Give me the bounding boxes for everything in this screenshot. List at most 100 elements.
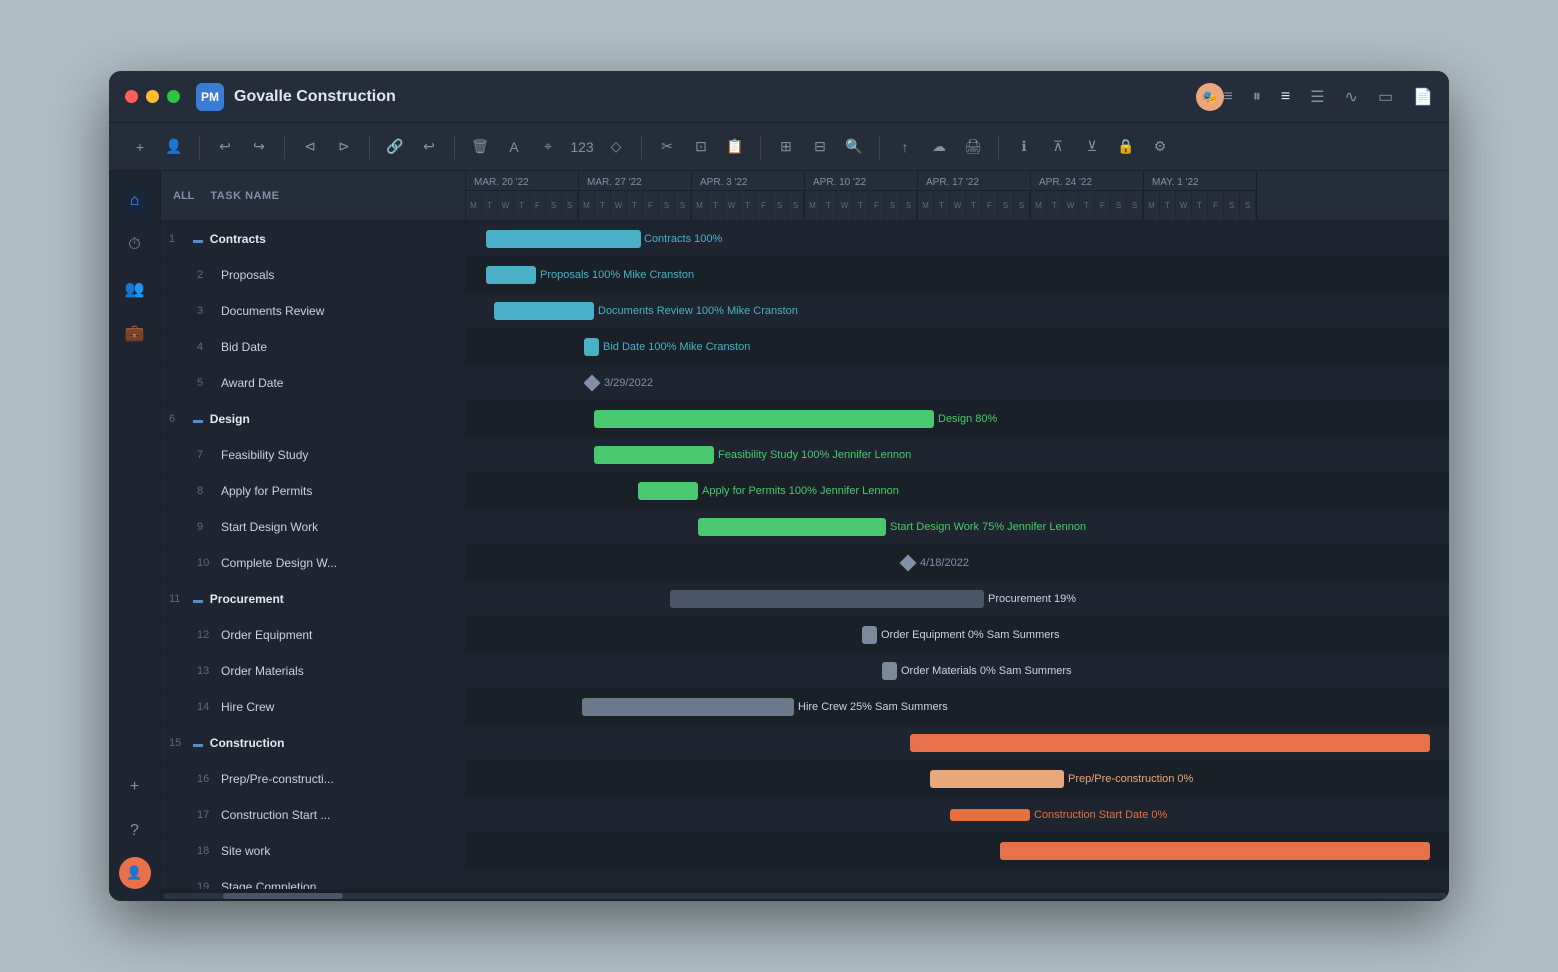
gantt-row[interactable]: Order Materials 0% Sam Summers	[466, 653, 1449, 689]
gantt-bar[interactable]	[910, 734, 1430, 752]
cloud-button[interactable]: ☁	[924, 132, 954, 162]
gantt-bar[interactable]	[494, 302, 594, 320]
gantt-row[interactable]: 3/29/2022	[466, 365, 1449, 401]
number-button[interactable]: 123	[567, 132, 597, 162]
group-collapse-icon[interactable]: ▬	[193, 415, 206, 426]
gantt-bar[interactable]	[594, 410, 934, 428]
horizontal-scrollbar[interactable]	[161, 889, 1449, 901]
gantt-bar[interactable]	[584, 338, 599, 356]
minimize-button[interactable]	[146, 90, 159, 103]
gantt-bar[interactable]	[698, 518, 886, 536]
chart-icon[interactable]: ∿	[1345, 87, 1358, 107]
cut-button[interactable]: ✂	[652, 132, 682, 162]
add-user-button[interactable]: 👤	[159, 132, 189, 162]
calendar-icon[interactable]: ▭	[1378, 87, 1393, 107]
columns-button[interactable]: ⊞	[771, 132, 801, 162]
gantt-view-icon[interactable]: ≡	[1281, 88, 1290, 106]
scrollbar-thumb[interactable]	[223, 893, 343, 899]
gantt-bar[interactable]	[1000, 842, 1430, 860]
gantt-bar[interactable]	[670, 590, 984, 608]
group-collapse-icon[interactable]: ▬	[193, 595, 206, 606]
gantt-row[interactable]	[466, 833, 1449, 869]
task-row[interactable]: 4Bid Date	[161, 329, 465, 365]
gantt-row[interactable]	[466, 869, 1449, 889]
all-filter-button[interactable]: ALL	[173, 190, 194, 202]
task-row[interactable]: 13Order Materials	[161, 653, 465, 689]
redo-button[interactable]: ↪	[244, 132, 274, 162]
info-button[interactable]: ℹ	[1009, 132, 1039, 162]
sidebar-item-help[interactable]: ?	[117, 813, 153, 849]
task-row[interactable]: 9Start Design Work	[161, 509, 465, 545]
gantt-bar[interactable]	[882, 662, 897, 680]
task-row[interactable]: 6▬ Design	[161, 401, 465, 437]
gantt-row[interactable]	[466, 725, 1449, 761]
task-row[interactable]: 11▬ Procurement	[161, 581, 465, 617]
gantt-row[interactable]: Construction Start Date 0%	[466, 797, 1449, 833]
task-row[interactable]: 7Feasibility Study	[161, 437, 465, 473]
gantt-bar[interactable]	[582, 698, 794, 716]
gantt-row[interactable]: Contracts 100%	[466, 221, 1449, 257]
sidebar-item-home[interactable]: ⌂	[117, 183, 153, 219]
unlink-button[interactable]: ↩	[414, 132, 444, 162]
gantt-row[interactable]: Documents Review 100% Mike Cranston	[466, 293, 1449, 329]
gantt-row[interactable]: Prep/Pre-construction 0%	[466, 761, 1449, 797]
gantt-row[interactable]: Hire Crew 25% Sam Summers	[466, 689, 1449, 725]
gantt-bar[interactable]	[862, 626, 877, 644]
task-row[interactable]: 18Site work	[161, 833, 465, 869]
user-avatar[interactable]: 🎭	[1196, 83, 1224, 111]
task-row[interactable]: 17Construction Start ...	[161, 797, 465, 833]
gantt-bar[interactable]	[930, 770, 1064, 788]
doc-icon[interactable]: 📄	[1413, 87, 1433, 107]
gantt-bar[interactable]	[486, 230, 641, 248]
gantt-row[interactable]: Start Design Work 75% Jennifer Lennon	[466, 509, 1449, 545]
gantt-row[interactable]: 4/18/2022	[466, 545, 1449, 581]
paste-button[interactable]: 📋	[720, 132, 750, 162]
maximize-button[interactable]	[167, 90, 180, 103]
task-row[interactable]: 2Proposals	[161, 257, 465, 293]
gantt-row[interactable]: Feasibility Study 100% Jennifer Lennon	[466, 437, 1449, 473]
search-button[interactable]: 🔍	[839, 132, 869, 162]
gantt-bar[interactable]	[950, 809, 1030, 821]
task-row[interactable]: 14Hire Crew	[161, 689, 465, 725]
outdent-button[interactable]: ⊲	[295, 132, 325, 162]
sidebar-item-avatar[interactable]: 👤	[119, 857, 151, 889]
gantt-bar[interactable]	[594, 446, 714, 464]
close-button[interactable]	[125, 90, 138, 103]
task-row[interactable]: 12Order Equipment	[161, 617, 465, 653]
gantt-row[interactable]: Order Equipment 0% Sam Summers	[466, 617, 1449, 653]
delete-button[interactable]: 🗑	[465, 132, 495, 162]
sort-button[interactable]: ⊻	[1077, 132, 1107, 162]
grid-button[interactable]: ⊟	[805, 132, 835, 162]
task-row[interactable]: 3Documents Review	[161, 293, 465, 329]
task-row[interactable]: 8Apply for Permits	[161, 473, 465, 509]
settings-button[interactable]: ⚙	[1145, 132, 1175, 162]
sidebar-item-clock[interactable]: ⏱	[117, 227, 153, 263]
sidebar-item-briefcase[interactable]: 💼	[117, 315, 153, 351]
task-row[interactable]: 1▬ Contracts	[161, 221, 465, 257]
pause-icon[interactable]: ⏸	[1253, 88, 1261, 106]
copy-button[interactable]: ⊡	[686, 132, 716, 162]
text-button[interactable]: A	[499, 132, 529, 162]
gantt-row[interactable]: Proposals 100% Mike Cranston	[466, 257, 1449, 293]
group-collapse-icon[interactable]: ▬	[193, 739, 206, 750]
task-row[interactable]: 15▬ Construction	[161, 725, 465, 761]
undo-button[interactable]: ↩	[210, 132, 240, 162]
add-task-button[interactable]: +	[125, 132, 155, 162]
lock-button[interactable]: 🔒	[1111, 132, 1141, 162]
gantt-row[interactable]: Procurement 19%	[466, 581, 1449, 617]
task-row[interactable]: 16Prep/Pre-constructi...	[161, 761, 465, 797]
gantt-row[interactable]: Apply for Permits 100% Jennifer Lennon	[466, 473, 1449, 509]
sidebar-item-users[interactable]: 👥	[117, 271, 153, 307]
shape-button[interactable]: ⌖	[533, 132, 563, 162]
task-row[interactable]: 5Award Date	[161, 365, 465, 401]
sidebar-item-add[interactable]: +	[117, 769, 153, 805]
gantt-bar[interactable]	[486, 266, 536, 284]
link-button[interactable]: 🔗	[380, 132, 410, 162]
task-row[interactable]: 10Complete Design W...	[161, 545, 465, 581]
filter-button[interactable]: ⊼	[1043, 132, 1073, 162]
gantt-row[interactable]: Bid Date 100% Mike Cranston	[466, 329, 1449, 365]
indent-button[interactable]: ⊳	[329, 132, 359, 162]
menu-icon[interactable]: ≡	[1224, 88, 1233, 106]
gantt-bar[interactable]	[638, 482, 698, 500]
gantt-row[interactable]: Design 80%	[466, 401, 1449, 437]
